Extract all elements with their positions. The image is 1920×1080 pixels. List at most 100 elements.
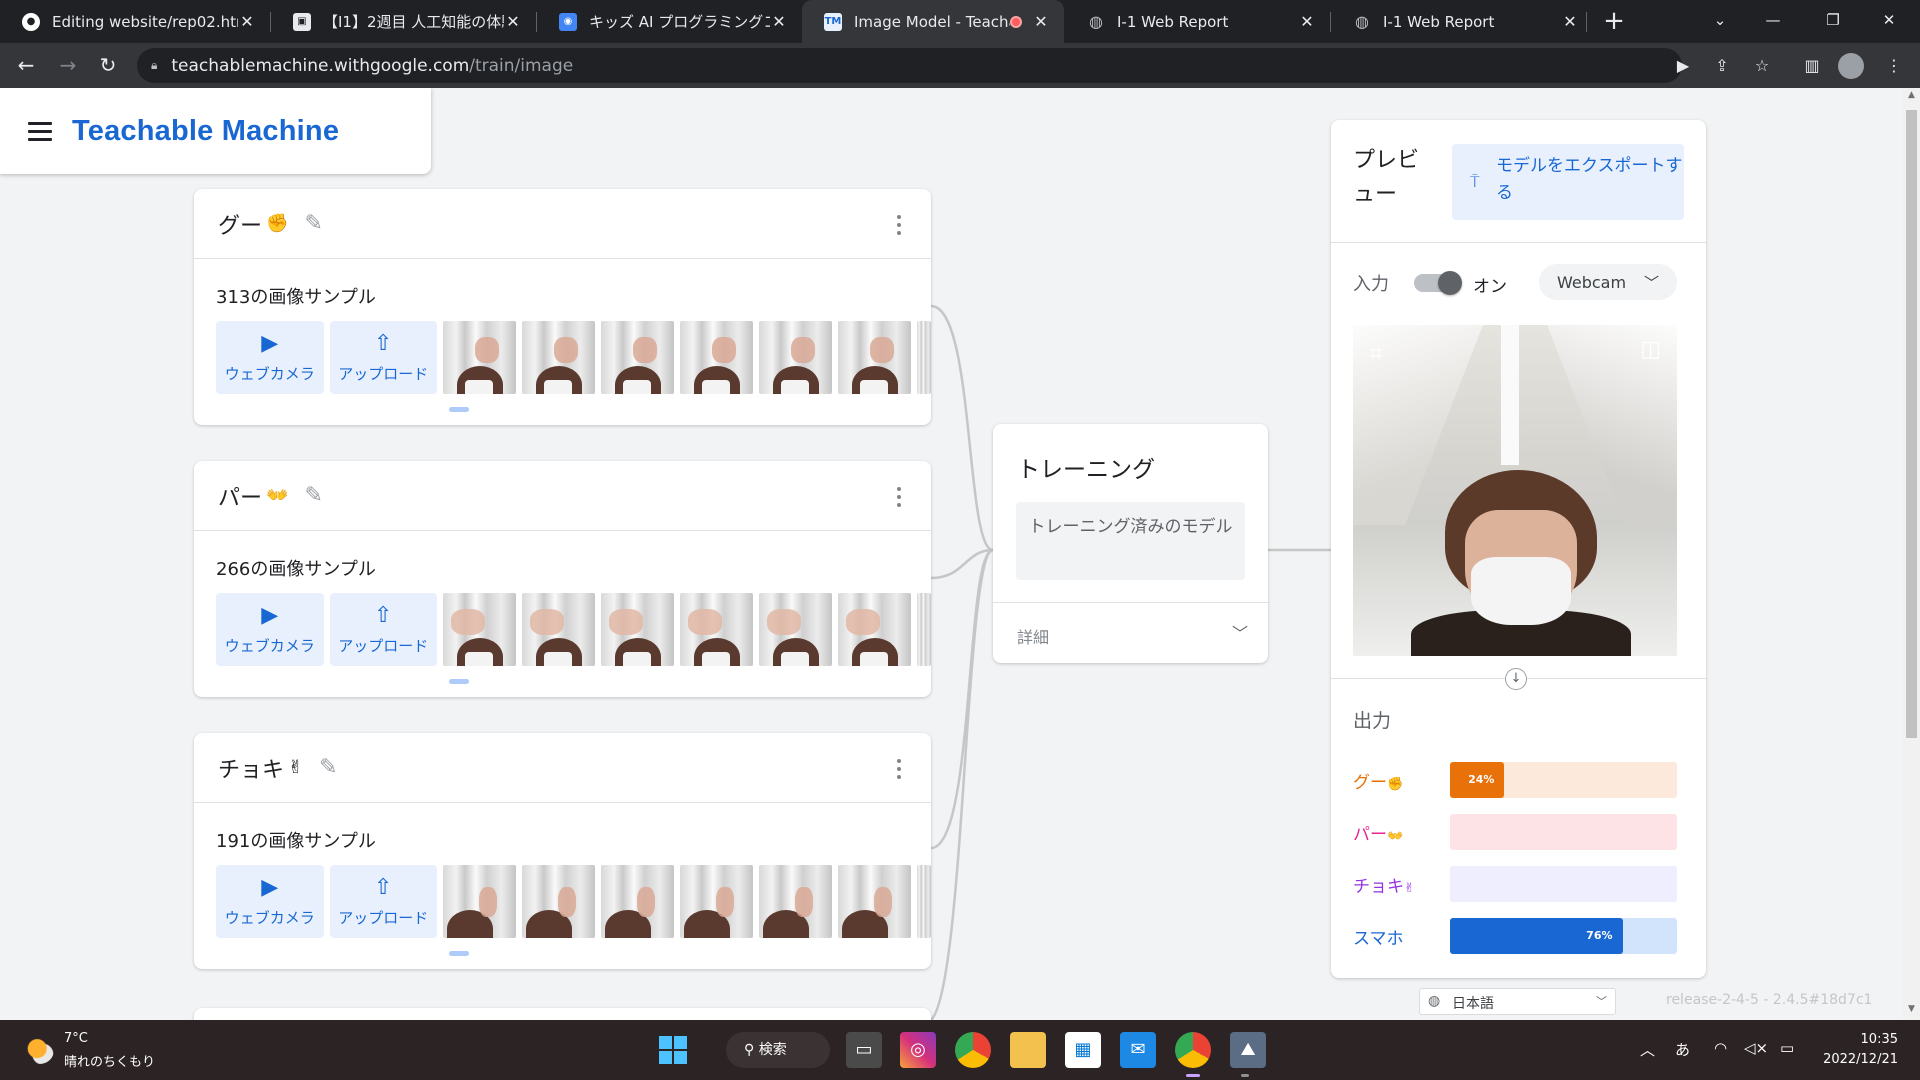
page-scrollbar[interactable]: ▲ ▼ — [1903, 88, 1920, 1020]
sample-thumbnail[interactable] — [759, 321, 832, 394]
browser-menu-icon[interactable]: ⋮ — [1881, 53, 1907, 79]
thumbnail-scroll-indicator[interactable] — [449, 679, 469, 684]
sample-thumbnail[interactable] — [917, 593, 931, 666]
more-options-icon[interactable] — [897, 487, 901, 507]
sample-thumbnail[interactable] — [522, 321, 595, 394]
sample-thumbnail[interactable] — [680, 865, 753, 938]
profile-avatar[interactable] — [1838, 53, 1864, 79]
back-button[interactable]: ← — [10, 49, 42, 81]
edit-pencil-icon[interactable]: ✎ — [319, 755, 337, 780]
sample-thumbnail[interactable] — [601, 865, 674, 938]
class-name[interactable]: パー — [218, 480, 262, 512]
input-source-select[interactable]: Webcam ﹀ — [1539, 264, 1677, 300]
sample-thumbnail[interactable] — [917, 865, 931, 938]
taskbar-clock[interactable]: 10:35 2022/12/21 — [1820, 1030, 1898, 1070]
menu-icon[interactable] — [28, 121, 52, 141]
class-name[interactable]: チョキ — [218, 752, 284, 784]
sample-thumbnail[interactable] — [522, 593, 595, 666]
export-model-button[interactable]: ⍑ モデルをエクスポートする — [1452, 144, 1684, 220]
thumbnail-scroll-indicator[interactable] — [449, 951, 469, 956]
webcam-button[interactable]: ▶︎ ウェブカメラ — [216, 865, 324, 938]
sample-thumbnail[interactable] — [601, 593, 674, 666]
start-button[interactable] — [659, 1036, 687, 1064]
task-view-icon[interactable]: ▭ — [846, 1032, 882, 1068]
sample-thumbnail[interactable] — [838, 593, 911, 666]
more-options-icon[interactable] — [897, 215, 901, 235]
browser-tab[interactable]: ◍ I-1 Web Report ✕ — [1065, 0, 1330, 43]
input-toggle[interactable] — [1414, 271, 1462, 295]
close-icon[interactable]: ✕ — [238, 12, 256, 31]
address-bar[interactable]: 🔒︎ teachablemachine.withgoogle.com/train… — [137, 48, 1682, 83]
bookmark-star-icon[interactable]: ☆ — [1749, 53, 1775, 79]
sample-thumbnail[interactable] — [443, 321, 516, 394]
chrome-profile-icon[interactable] — [1175, 1032, 1211, 1068]
new-tab-button[interactable]: + — [1598, 6, 1630, 38]
sample-thumbnail[interactable] — [443, 593, 516, 666]
sample-thumbnail[interactable] — [680, 593, 753, 666]
minimize-button[interactable]: — — [1750, 0, 1796, 40]
upload-button[interactable]: ⇧ アップロード — [329, 865, 437, 938]
train-model-button[interactable]: トレーニング済みのモデル — [1016, 502, 1245, 580]
sample-thumbnail[interactable] — [443, 865, 516, 938]
sample-thumbnail[interactable] — [522, 865, 595, 938]
language-select[interactable]: ◍ 日本語 ﹀ — [1419, 988, 1616, 1015]
upload-button[interactable]: ⇧ アップロード — [329, 321, 437, 394]
share-icon[interactable]: ⇪ — [1709, 53, 1735, 79]
browser-tab[interactable]: ▣ 【I1】2週目 人工知能の体験 ✕ — [271, 0, 536, 43]
browser-tab[interactable]: ● Editing website/rep02.html ✕ — [0, 0, 270, 43]
upload-button[interactable]: ⇧ アップロード — [329, 593, 437, 666]
camera-in-use-icon[interactable]: ▶︎ — [1670, 53, 1696, 79]
browser-tab-active[interactable]: TM Image Model - Teachable ✕ — [802, 0, 1064, 43]
side-panel-icon[interactable]: ▥ — [1799, 53, 1825, 79]
scrollbar-thumb[interactable] — [1906, 110, 1917, 738]
restore-button[interactable]: ❐ — [1810, 0, 1856, 40]
weather-description[interactable]: 晴れのちくもり — [64, 1051, 155, 1070]
wifi-icon[interactable]: ◠ — [1714, 1039, 1727, 1057]
sample-thumbnail[interactable] — [759, 865, 832, 938]
sample-thumbnail[interactable] — [838, 321, 911, 394]
class-name[interactable]: グー — [218, 208, 262, 240]
volume-muted-icon[interactable]: ◁× — [1744, 1039, 1768, 1057]
photos-icon[interactable]: ⛰ — [1230, 1032, 1266, 1068]
app-title[interactable]: Teachable Machine — [72, 115, 339, 148]
webcam-button[interactable]: ▶︎ ウェブカメラ — [216, 593, 324, 666]
sample-thumbnail[interactable] — [601, 321, 674, 394]
file-explorer-icon[interactable] — [1010, 1032, 1046, 1068]
microsoft-store-icon[interactable]: ▦ — [1065, 1032, 1101, 1068]
window-close-button[interactable]: ✕ — [1866, 0, 1912, 40]
tab-search-icon[interactable]: ⌄ — [1697, 0, 1743, 40]
edit-pencil-icon[interactable]: ✎ — [304, 483, 322, 508]
sample-thumbnail[interactable] — [838, 865, 911, 938]
ime-indicator[interactable]: あ — [1675, 1039, 1690, 1060]
scroll-up-arrow[interactable]: ▲ — [1905, 90, 1918, 104]
advanced-toggle[interactable]: 詳細 — [1017, 624, 1049, 648]
edit-pencil-icon[interactable]: ✎ — [304, 211, 322, 236]
sample-thumbnail[interactable] — [680, 321, 753, 394]
battery-icon[interactable]: ▭ — [1780, 1039, 1794, 1057]
webcam-button[interactable]: ▶︎ ウェブカメラ — [216, 321, 324, 394]
more-options-icon[interactable] — [897, 759, 901, 779]
weather-temperature[interactable]: 7°C — [64, 1031, 88, 1046]
chrome-icon[interactable] — [955, 1032, 991, 1068]
close-icon[interactable]: ✕ — [504, 12, 522, 31]
weather-icon[interactable] — [26, 1036, 54, 1064]
taskbar-search[interactable]: ⚲ 検索 — [726, 1032, 830, 1068]
tray-chevron-up-icon[interactable]: ︿ — [1640, 1039, 1655, 1060]
chevron-down-icon[interactable]: ﹀ — [1232, 620, 1248, 644]
sample-thumbnail[interactable] — [759, 593, 832, 666]
close-icon[interactable]: ✕ — [1561, 12, 1579, 31]
close-icon[interactable]: ✕ — [1298, 12, 1316, 31]
instagram-icon[interactable]: ◎ — [900, 1032, 936, 1068]
mail-icon[interactable]: ✉ — [1120, 1032, 1156, 1068]
forward-button[interactable]: → — [52, 49, 84, 81]
scroll-down-arrow[interactable]: ▼ — [1905, 1004, 1918, 1018]
crop-icon[interactable]: ⌗ — [1369, 339, 1383, 367]
close-icon[interactable]: ✕ — [770, 12, 788, 31]
sample-thumbnail[interactable] — [917, 321, 931, 394]
flip-icon[interactable]: ◫ — [1640, 337, 1661, 362]
close-icon[interactable]: ✕ — [1032, 12, 1050, 31]
browser-tab[interactable]: ◉ キッズ AI プログラミングコンテスト ✕ — [537, 0, 802, 43]
reload-button[interactable]: ↻ — [92, 49, 124, 81]
thumbnail-scroll-indicator[interactable] — [449, 407, 469, 412]
browser-tab[interactable]: ◍ I-1 Web Report ✕ — [1331, 0, 1593, 43]
